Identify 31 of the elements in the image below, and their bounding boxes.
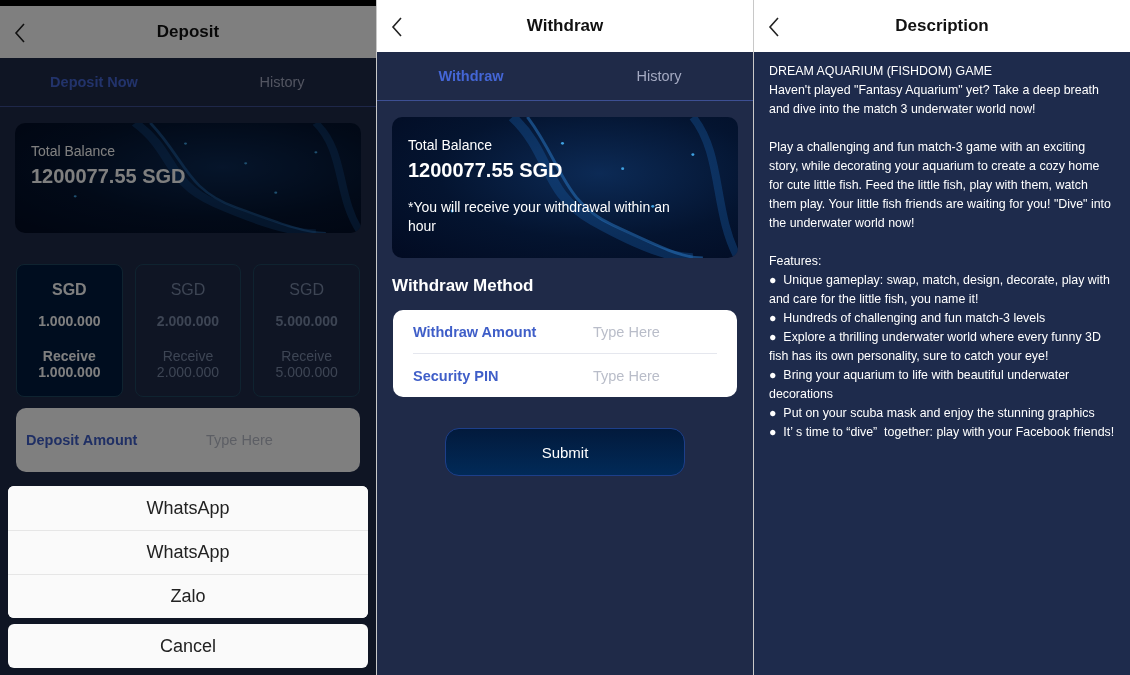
features-label: Features: — [769, 253, 823, 270]
field-label: Deposit Amount — [26, 432, 139, 448]
balance-amount: 1200077.55 SGD — [31, 165, 187, 188]
back-icon[interactable] — [768, 17, 780, 37]
page-title: Description — [895, 16, 989, 36]
field-label: Security PIN — [413, 367, 500, 384]
feature-item: ● Unique gameplay: swap, match, design, decorate, play with and care for the little fish, you name it! — [769, 272, 1111, 308]
balance-label: Total Balance — [31, 143, 117, 159]
input-field[interactable]: Type Here — [593, 323, 703, 340]
tab[interactable]: History — [565, 52, 753, 100]
description-paragraph: Play a challenging and fun match-3 game with an exciting story, while decorating your aquarium to create a cozy home for cute little fish. Feed the little fish, play with them, watch them play. Your little fish friends are waiting for you! "Dive" into the underwater world now! — [769, 139, 1112, 232]
page-title: Withdraw — [526, 16, 604, 36]
page-title: Deposit — [156, 22, 220, 42]
description-heading: DREAM AQUARIUM (FISHDOM) GAME — [769, 63, 994, 80]
section-title: Withdraw Method — [392, 276, 535, 296]
balance-label: Total Balance — [408, 137, 494, 153]
field-label: Withdraw Amount — [413, 323, 538, 340]
menu-item[interactable]: Zalo — [8, 574, 368, 618]
feature-item: ● Bring your aquarium to life with beautiful underwater decorations — [769, 367, 1071, 403]
back-icon[interactable] — [391, 17, 403, 37]
feature-item: ● It’ s time to “dive” together: play with your Facebook friends! — [769, 424, 1115, 441]
feature-item: ● Put on your scuba mask and enjoy the stunning graphics — [769, 405, 1096, 422]
feature-item: ● Explore a thrilling underwater world where every funny 3D fish has its own personality, sure to catch your eye! — [769, 329, 1102, 365]
withdrawal-note: *You will receive your withdrawal within an hour — [408, 198, 671, 236]
input-field[interactable]: Type Here — [593, 367, 703, 384]
balance-amount: 1200077.55 SGD — [408, 159, 564, 182]
description-paragraph: Haven't played "Fantasy Aquarium" yet? Take a deep breath and dive into the match 3 underwater world now! — [769, 82, 1100, 118]
submit-button[interactable]: Submit — [445, 428, 685, 476]
cancel-button[interactable]: Cancel — [8, 624, 368, 668]
amount-option-card[interactable]: SGD 1.000.000 Receive 1.000.000 — [16, 264, 123, 397]
feature-item: ● Hundreds of challenging and fun match-3 levels — [769, 310, 1047, 327]
